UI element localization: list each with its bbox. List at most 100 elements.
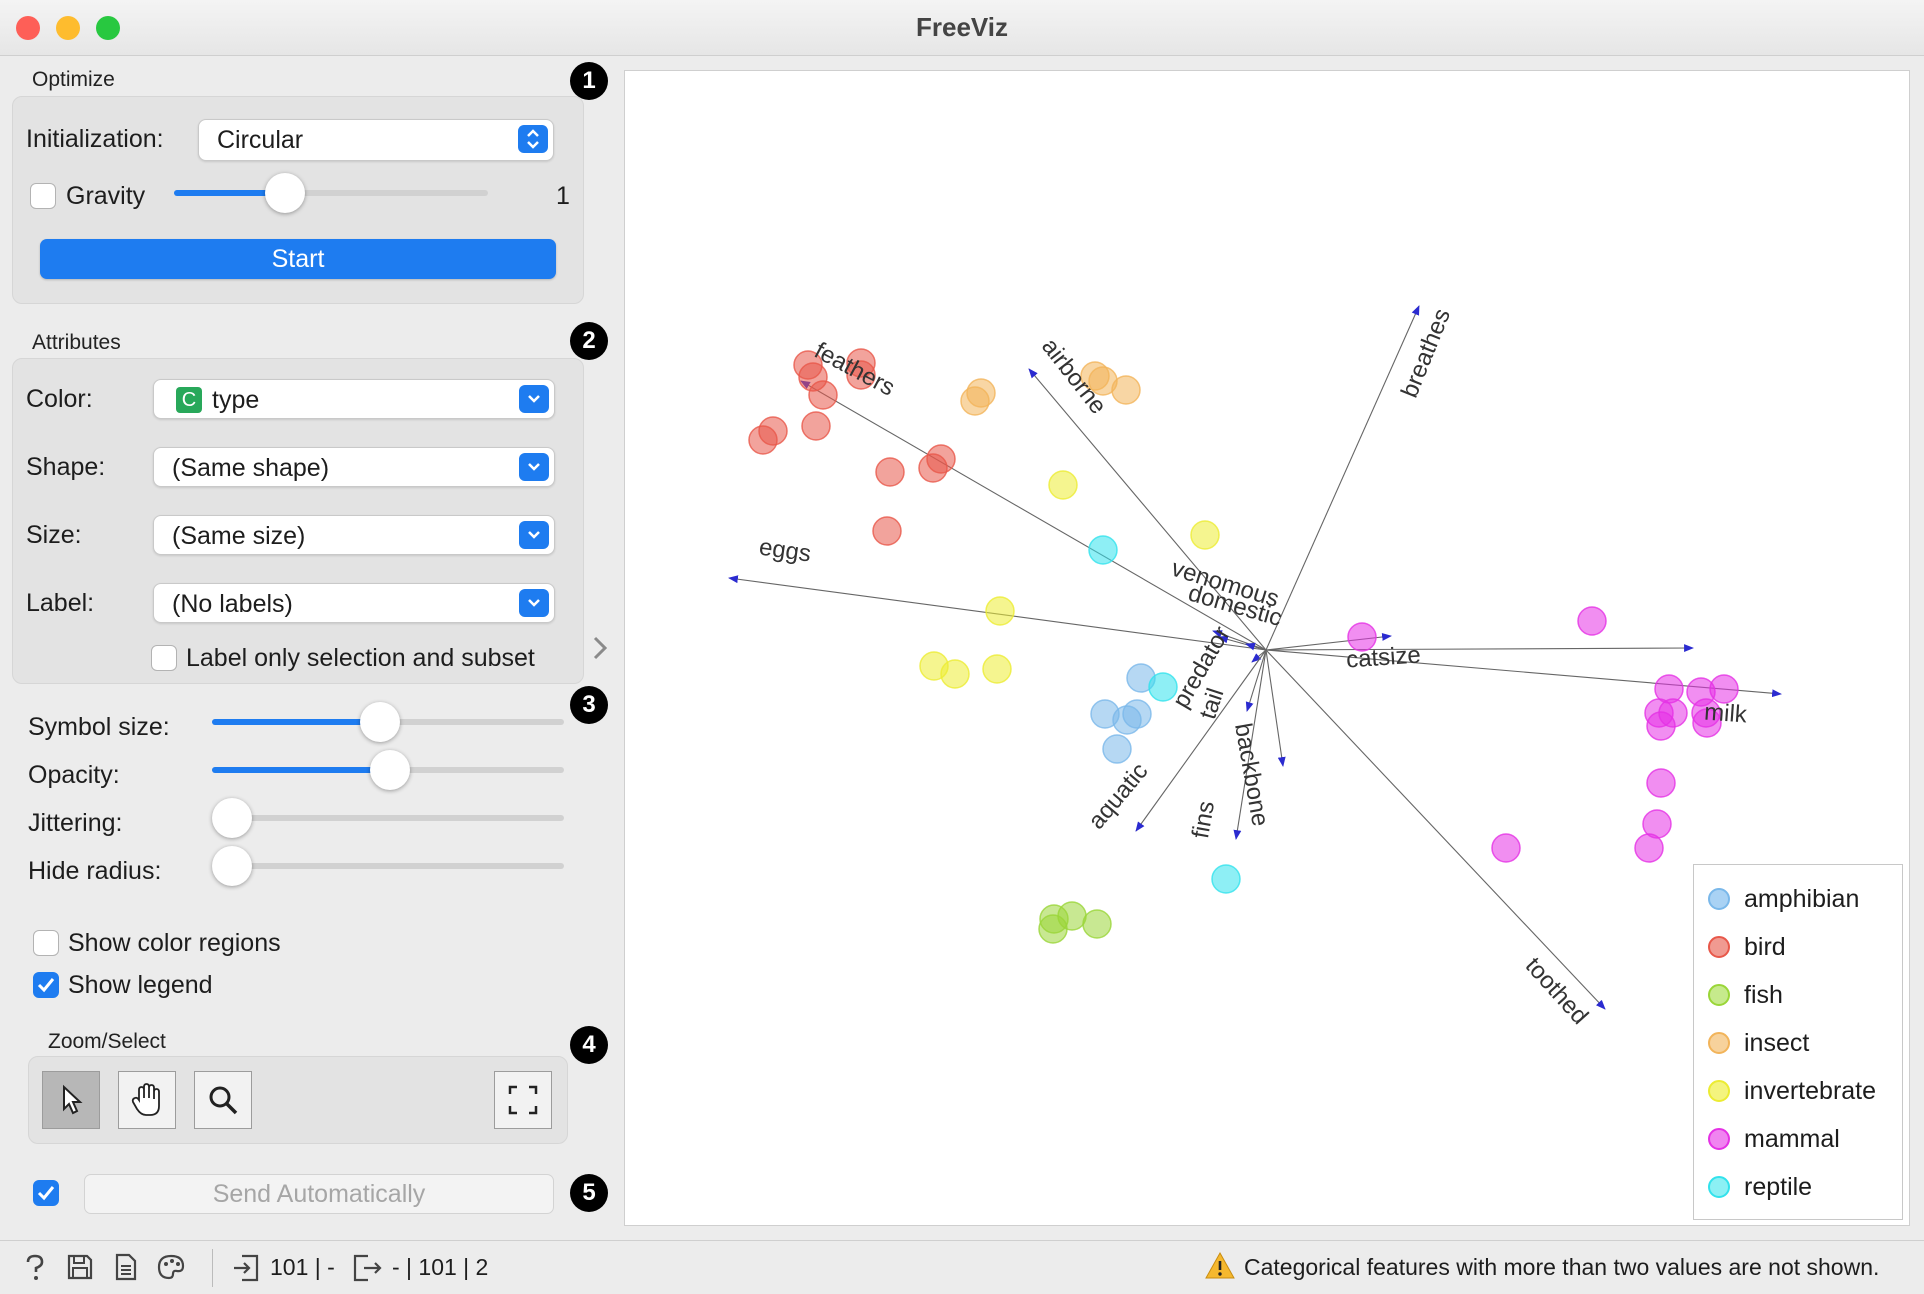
jittering-slider-handle[interactable] [212,798,252,838]
jittering-label: Jittering: [28,809,123,837]
color-select[interactable]: C type [153,379,555,419]
window-title: FreeViz [915,12,1008,42]
jittering-slider-track[interactable] [212,815,564,821]
hide-radius-slider-handle[interactable] [212,846,252,886]
data-point-mammal[interactable] [1646,768,1676,798]
data-point-invertebrate[interactable] [985,596,1015,626]
anchor-label-backbone: backbone [1229,721,1274,828]
updown-chevron-icon [518,125,548,153]
anchor-arrow-unlabeled[interactable] [1265,649,1286,767]
data-point-reptile[interactable] [1211,864,1241,894]
hide-radius-slider-track[interactable] [212,863,564,869]
chevron-down-icon [519,521,549,549]
start-button[interactable]: Start [40,239,556,279]
initialization-select[interactable]: Circular [198,119,554,161]
input-icon [232,1253,260,1288]
data-point-bird[interactable] [748,425,778,455]
shape-value: (Same shape) [172,454,330,482]
categorical-variable-icon: C [176,387,202,413]
symbol-size-label: Symbol size: [28,713,170,741]
zoom-select-group-title: Zoom/Select [48,1030,166,1053]
legend-marker [1708,1176,1730,1198]
data-point-invertebrate[interactable] [940,659,970,689]
legend-marker [1708,888,1730,910]
anchor-arrow-breathes[interactable] [1265,305,1420,651]
hand-icon [131,1083,160,1116]
anchor-arrow-catsize[interactable] [1265,644,1694,653]
data-point-bird[interactable] [926,444,956,474]
show-legend-label: Show legend [68,971,213,999]
chevron-right-icon[interactable] [590,635,610,666]
data-point-fish[interactable] [1082,909,1112,939]
report-icon[interactable] [114,1253,138,1286]
anchor-arrow-backbone[interactable] [1245,649,1267,712]
shape-select[interactable]: (Same shape) [153,447,555,487]
help-icon[interactable] [22,1253,48,1288]
reset-zoom-button[interactable] [494,1071,552,1129]
data-point-amphibian[interactable] [1102,734,1132,764]
legend-label: fish [1744,980,1783,1009]
symbol-size-slider-handle[interactable] [360,702,400,742]
data-point-mammal[interactable] [1634,833,1664,863]
legend-marker [1708,1128,1730,1150]
input-summary: 101 | - [270,1254,335,1280]
anchor-arrow-toothed[interactable] [1265,649,1606,1010]
initialization-label: Initialization: [26,125,164,153]
legend-marker [1708,936,1730,958]
label-label: Label: [26,589,95,617]
hide-radius-label: Hide radius: [28,857,162,885]
data-point-mammal[interactable] [1577,606,1607,636]
palette-icon[interactable] [156,1253,186,1286]
chevron-down-icon [519,589,549,617]
callout-badge-5: 5 [570,1174,608,1212]
data-point-insect[interactable] [966,378,996,408]
optimize-group-title: Optimize [32,68,115,91]
data-point-fish[interactable] [1038,914,1068,944]
legend-marker [1708,1032,1730,1054]
save-icon[interactable] [66,1253,94,1286]
label-value: (No labels) [172,590,293,618]
gravity-value: 1 [556,182,570,210]
status-divider [212,1249,213,1287]
data-point-bird[interactable] [801,411,831,441]
opacity-slider-handle[interactable] [370,750,410,790]
data-point-bird[interactable] [872,516,902,546]
data-point-insect[interactable] [1111,375,1141,405]
opacity-label: Opacity: [28,761,120,789]
gravity-slider-handle[interactable] [265,173,305,213]
legend-item: mammal [1708,1119,1840,1159]
label-select[interactable]: (No labels) [153,583,555,623]
send-automatically-button[interactable]: Send Automatically [84,1174,554,1214]
data-point-invertebrate[interactable] [1048,470,1078,500]
gravity-checkbox[interactable] [30,183,56,209]
label-only-selection-checkbox[interactable] [151,645,177,671]
select-tool-button[interactable] [42,1071,100,1129]
data-point-bird[interactable] [808,380,838,410]
data-point-mammal[interactable] [1646,711,1676,741]
show-color-regions-checkbox[interactable] [33,930,59,956]
size-select[interactable]: (Same size) [153,515,555,555]
legend-item: amphibian [1708,879,1859,919]
data-point-mammal[interactable] [1491,833,1521,863]
anchor-label-breathes: breathes [1396,305,1456,402]
auto-send-checkbox[interactable] [33,1180,59,1206]
zoom-tool-button[interactable] [194,1071,252,1129]
legend-label: reptile [1744,1172,1813,1201]
anchor-label-milk: milk [1703,699,1748,729]
zoom-select-group [28,1056,568,1144]
fit-view-icon [508,1085,538,1115]
data-point-bird[interactable] [875,457,905,487]
data-point-invertebrate[interactable] [1190,520,1220,550]
anchor-label-eggs: eggs [757,534,812,568]
legend-label: amphibian [1744,884,1860,913]
data-point-invertebrate[interactable] [982,654,1012,684]
gravity-slider-track[interactable] [174,190,488,196]
anchor-arrow-feathers[interactable] [800,380,1267,651]
data-point-reptile[interactable] [1088,535,1118,565]
show-legend-checkbox[interactable] [33,972,59,998]
checkmark-icon [37,1186,55,1201]
data-point-amphibian[interactable] [1122,699,1152,729]
attributes-group-title: Attributes [32,331,121,354]
pan-tool-button[interactable] [118,1071,176,1129]
initialization-value: Circular [217,126,304,154]
